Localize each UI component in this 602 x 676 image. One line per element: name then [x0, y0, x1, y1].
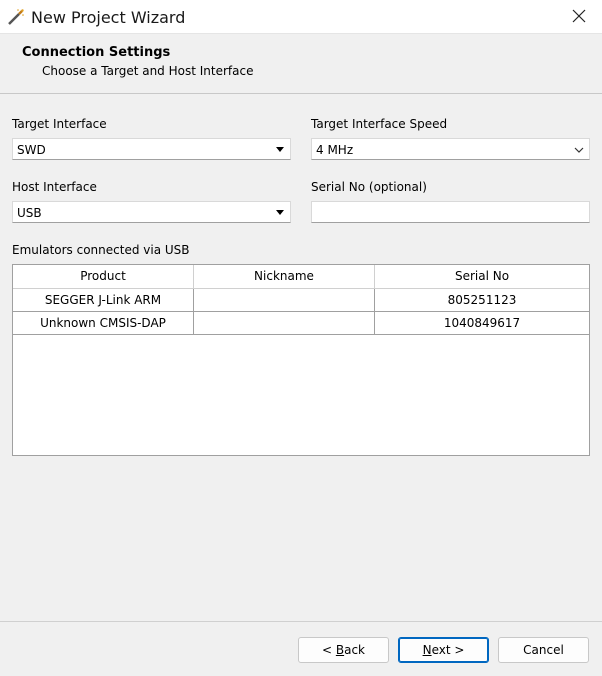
cell-product: Unknown CMSIS-DAP	[13, 312, 194, 334]
host-interface-select[interactable]: USB	[12, 201, 291, 223]
page-subtitle: Choose a Target and Host Interface	[42, 64, 254, 78]
target-interface-value: SWD	[17, 143, 46, 157]
emulators-table[interactable]: Product Nickname Serial No SEGGER J-Link…	[12, 264, 590, 456]
dropdown-arrow-icon	[276, 210, 284, 215]
table-header: Product Nickname Serial No	[13, 265, 589, 289]
cancel-button[interactable]: Cancel	[498, 637, 589, 663]
cell-nickname	[194, 312, 375, 334]
cell-nickname	[194, 289, 375, 311]
cell-serial-no: 805251123	[447, 293, 517, 307]
target-interface-speed-label: Target Interface Speed	[311, 117, 448, 131]
back-button-accelerator: B	[335, 643, 345, 657]
next-button-label: ext >	[431, 643, 465, 657]
next-button[interactable]: Next >	[398, 637, 489, 663]
chevron-down-icon	[573, 144, 585, 154]
title-bar: New Project Wizard	[0, 0, 602, 34]
target-interface-speed-select[interactable]: 4 MHz	[311, 138, 590, 160]
close-button[interactable]	[556, 0, 602, 34]
back-button-label: ack	[344, 643, 365, 657]
wizard-header: Connection Settings Choose a Target and …	[0, 34, 602, 94]
column-header-serial-no[interactable]: Serial No	[375, 265, 589, 288]
target-interface-speed-value: 4 MHz	[316, 143, 354, 157]
dropdown-arrow-icon	[276, 147, 284, 152]
next-button-accelerator: N	[422, 643, 432, 657]
emulators-label: Emulators connected via USB	[12, 243, 190, 257]
footer-divider	[0, 621, 602, 622]
column-header-nickname[interactable]: Nickname	[194, 265, 375, 288]
serial-no-label: Serial No (optional)	[311, 180, 427, 194]
column-header-product[interactable]: Product	[13, 265, 194, 288]
host-interface-label: Host Interface	[12, 180, 97, 194]
target-interface-select[interactable]: SWD	[12, 138, 291, 160]
host-interface-value: USB	[17, 206, 42, 220]
serial-no-input[interactable]	[311, 201, 590, 223]
table-row[interactable]: SEGGER J-Link ARM 805251123	[13, 289, 589, 312]
back-button[interactable]: < Back	[298, 637, 389, 663]
cell-product: SEGGER J-Link ARM	[13, 289, 194, 311]
back-button-prefix: <	[321, 643, 336, 657]
target-interface-label: Target Interface	[12, 117, 107, 131]
close-icon	[572, 9, 586, 26]
page-title: Connection Settings	[22, 45, 171, 60]
cell-serial-no: 1040849617	[443, 316, 521, 330]
magic-wand-icon	[6, 7, 26, 27]
window-title: New Project Wizard	[31, 8, 186, 27]
table-row[interactable]: Unknown CMSIS-DAP 1040849617	[13, 312, 589, 335]
